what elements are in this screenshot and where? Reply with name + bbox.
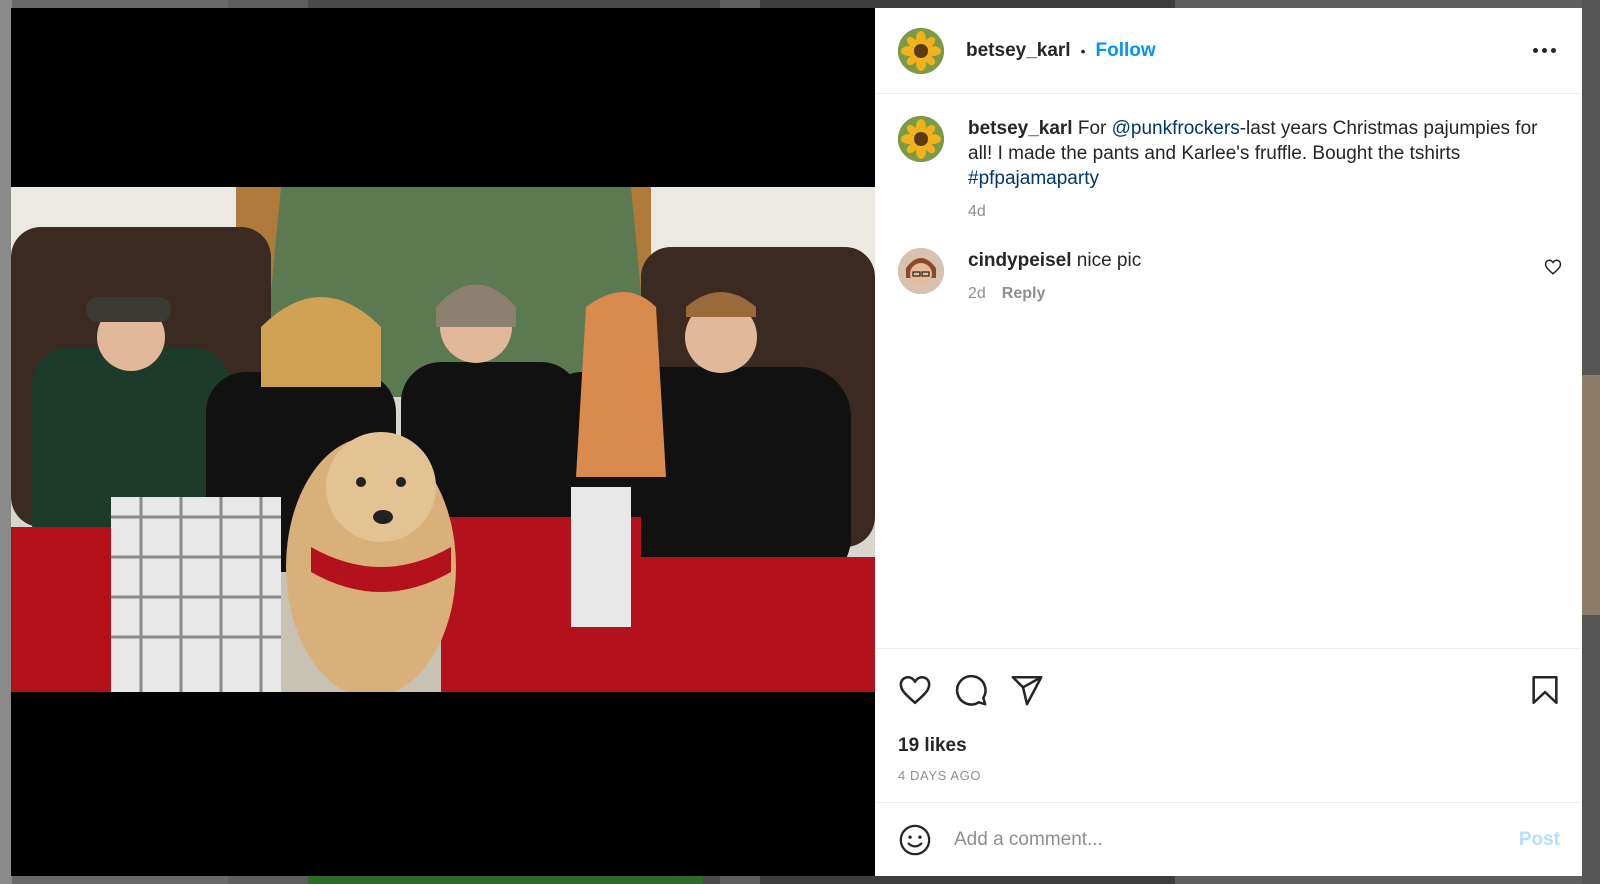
comment-icon[interactable]	[954, 673, 988, 707]
caption-hashtag[interactable]: #pfpajamaparty	[968, 168, 1099, 189]
comment-input[interactable]	[954, 828, 1519, 851]
more-dot	[1551, 48, 1556, 53]
action-bar	[875, 648, 1582, 730]
caption: betsey_karl For @punkfrockers-last years…	[898, 116, 1562, 224]
author-avatar[interactable]	[898, 27, 944, 74]
smiley-outline	[899, 824, 931, 855]
post-header: betsey_karl • Follow	[875, 8, 1582, 94]
heart-outline	[899, 675, 931, 704]
post-modal: betsey_karl • Follow betsey_karl For @pu…	[11, 8, 1582, 876]
heart-outline-small	[1544, 259, 1562, 275]
bookmark-outline	[1532, 675, 1558, 704]
sunflower-avatar-image	[898, 27, 944, 74]
caption-username[interactable]: betsey_karl	[968, 118, 1073, 139]
comment-meta: 2d Reply	[968, 281, 1538, 306]
emoji-icon[interactable]	[898, 823, 932, 857]
like-icon[interactable]	[898, 673, 932, 707]
post-panel: betsey_karl • Follow betsey_karl For @pu…	[875, 8, 1582, 876]
header-separator: •	[1080, 42, 1086, 59]
post-photo[interactable]	[11, 187, 875, 692]
more-icon[interactable]	[1527, 42, 1562, 59]
caption-meta: 4d	[968, 199, 1538, 224]
comment-like-icon[interactable]	[1544, 258, 1562, 276]
comment-text: cindypeisel nice pic	[968, 248, 1538, 273]
follow-button[interactable]: Follow	[1095, 40, 1155, 62]
caption-avatar[interactable]	[898, 116, 944, 162]
comment-time[interactable]: 2d	[968, 281, 986, 306]
comment-username[interactable]: cindypeisel	[968, 250, 1072, 271]
save-icon[interactable]	[1528, 673, 1562, 707]
comments-list[interactable]: betsey_karl For @punkfrockers-last years…	[875, 94, 1582, 648]
caption-mention[interactable]: @punkfrockers	[1112, 118, 1240, 139]
comment-composer: Post	[875, 802, 1582, 876]
author-username[interactable]: betsey_karl	[966, 40, 1071, 62]
caption-text-before: For	[1077, 118, 1112, 139]
speech-bubble-outline	[955, 674, 987, 706]
paper-plane-outline	[1011, 675, 1043, 705]
post-media	[11, 8, 875, 876]
comment-body: cindypeisel nice pic 2d Reply	[968, 248, 1538, 306]
sunflower-avatar-image	[898, 116, 944, 162]
likes-count[interactable]: 19 likes	[875, 730, 1582, 762]
caption-body: betsey_karl For @punkfrockers-last years…	[968, 116, 1538, 224]
comment-item: cindypeisel nice pic 2d Reply	[898, 248, 1562, 306]
background-tile-right	[1582, 375, 1600, 615]
commenter-avatar[interactable]	[898, 248, 944, 294]
comment-content: nice pic	[1076, 250, 1142, 271]
more-dot	[1542, 48, 1547, 53]
post-button[interactable]: Post	[1519, 829, 1560, 851]
caption-time[interactable]: 4d	[968, 199, 986, 224]
family-photo-illustration	[11, 187, 875, 692]
reply-button[interactable]: Reply	[1002, 281, 1046, 306]
more-dot	[1533, 48, 1538, 53]
commenter-avatar-image	[898, 248, 944, 294]
share-icon[interactable]	[1010, 673, 1044, 707]
caption-text: betsey_karl For @punkfrockers-last years…	[968, 116, 1538, 191]
post-date[interactable]: 4 DAYS AGO	[875, 768, 1582, 802]
